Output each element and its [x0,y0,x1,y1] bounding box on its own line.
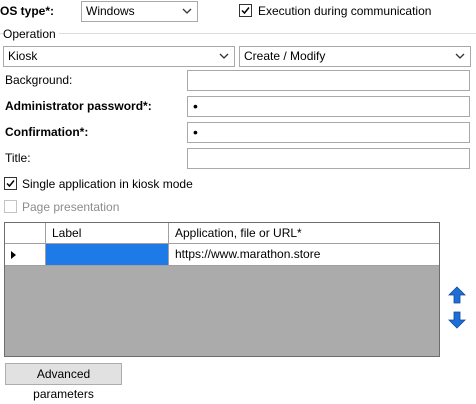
arrow-up-icon [447,285,467,305]
chevron-down-icon [219,51,229,61]
operation-action-select[interactable]: Create / Modify [239,46,471,67]
background-input[interactable] [187,70,470,91]
operation-action-value: Create / Modify [244,49,325,63]
execution-label: Execution during communication [258,4,431,18]
move-up-button[interactable] [447,285,467,305]
advanced-parameters-button[interactable]: Advanced parameters [5,363,122,385]
execution-checkbox[interactable] [239,4,252,17]
row-label-cell[interactable] [46,244,169,265]
column-header-label[interactable]: Label [46,223,169,243]
grid-header: Label Application, file or URL* [5,223,439,244]
page-presentation-label: Page presentation [22,200,119,214]
row-header-cell[interactable] [5,244,46,265]
row-pointer-icon [10,250,18,260]
move-down-button[interactable] [447,310,467,330]
title-label: Title: [5,151,31,165]
background-label: Background: [5,73,72,87]
os-type-select[interactable]: Windows [81,1,198,22]
single-app-label: Single application in kiosk mode [22,177,193,191]
applications-grid[interactable]: Label Application, file or URL* https://… [4,222,440,357]
grid-corner-cell [5,223,46,243]
confirmation-input[interactable]: • [187,122,470,143]
arrow-down-icon [447,310,467,330]
single-app-checkbox[interactable] [4,177,17,190]
os-type-label: OS type*: [0,4,54,18]
checkmark-icon [5,178,16,189]
title-input[interactable] [187,148,470,169]
chevron-down-icon [182,6,192,16]
os-type-value: Windows [86,4,135,18]
row-url-cell[interactable]: https://www.marathon.store [169,244,439,265]
page-presentation-checkbox[interactable] [4,200,17,213]
table-row[interactable]: https://www.marathon.store [5,244,439,266]
admin-password-input[interactable]: • [187,96,470,117]
operation-mode-value: Kiosk [8,49,37,63]
operation-group-label: Operation [3,27,59,41]
checkmark-icon [240,5,251,16]
column-header-url[interactable]: Application, file or URL* [169,223,439,243]
chevron-down-icon [455,51,465,61]
confirmation-label: Confirmation*: [5,125,88,139]
operation-mode-select[interactable]: Kiosk [3,46,235,67]
admin-password-label: Administrator password*: [5,99,152,113]
